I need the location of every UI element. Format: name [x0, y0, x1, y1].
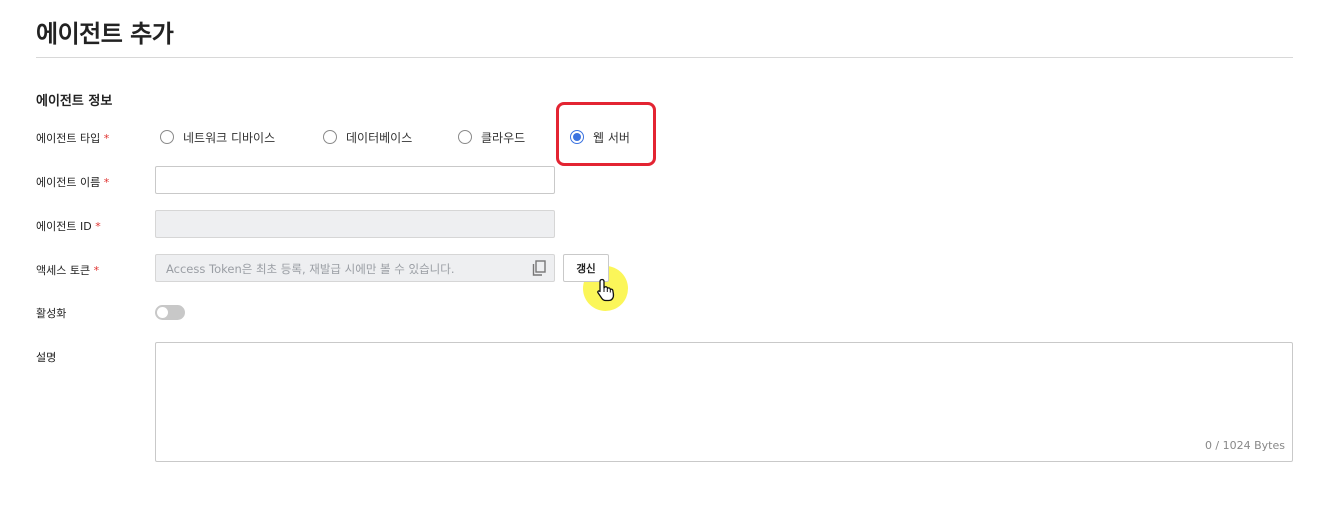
agent-name-label-text: 에이전트 이름	[36, 176, 101, 189]
active-toggle[interactable]	[155, 305, 185, 320]
required-mark: *	[93, 264, 100, 277]
required-mark: *	[103, 176, 110, 189]
page-title: 에이전트 추가	[36, 20, 174, 48]
selection-highlight	[556, 102, 656, 166]
agent-name-input[interactable]	[155, 166, 555, 194]
description-label: 설명	[36, 351, 57, 364]
access-token-placeholder: Access Token은 최초 등록, 재발급 시에만 볼 수 있습니다.	[166, 262, 455, 276]
radio-label: 데이터베이스	[346, 130, 413, 145]
toggle-knob	[157, 307, 168, 318]
agent-id-label: 에이전트 ID *	[36, 218, 101, 234]
radio-circle[interactable]	[458, 130, 472, 144]
access-token-field: Access Token은 최초 등록, 재발급 시에만 볼 수 있습니다.	[155, 254, 555, 282]
agent-type-label: 에이전트 타입 *	[36, 130, 109, 146]
title-divider	[36, 57, 1293, 58]
required-mark: *	[95, 220, 101, 233]
active-label: 활성화	[36, 307, 67, 320]
agent-type-label-text: 에이전트 타입	[36, 132, 101, 145]
hand-pointer-icon	[597, 278, 615, 302]
add-agent-page: 에이전트 추가 에이전트 정보 에이전트 타입 * 네트워크 디바이스 데이터베…	[0, 0, 1330, 525]
description-textarea[interactable]	[156, 343, 1292, 461]
radio-cloud[interactable]: 클라우드	[458, 128, 525, 146]
required-mark: *	[103, 132, 110, 145]
radio-label: 네트워크 디바이스	[183, 130, 276, 145]
radio-circle[interactable]	[323, 130, 337, 144]
section-title: 에이전트 정보	[36, 94, 113, 109]
description-box: 0 / 1024 Bytes	[155, 342, 1293, 462]
access-token-label-text: 액세스 토큰	[36, 264, 91, 277]
access-token-label: 액세스 토큰 *	[36, 262, 99, 278]
radio-label: 클라우드	[481, 130, 526, 145]
agent-name-label: 에이전트 이름 *	[36, 174, 109, 190]
copy-icon[interactable]	[530, 259, 548, 277]
byte-counter: 0 / 1024 Bytes	[1204, 439, 1285, 452]
radio-database[interactable]: 데이터베이스	[323, 128, 412, 146]
radio-circle[interactable]	[160, 130, 174, 144]
radio-network-device[interactable]: 네트워크 디바이스	[160, 128, 275, 146]
agent-id-input	[155, 210, 555, 238]
agent-id-label-text: 에이전트 ID	[36, 220, 92, 233]
